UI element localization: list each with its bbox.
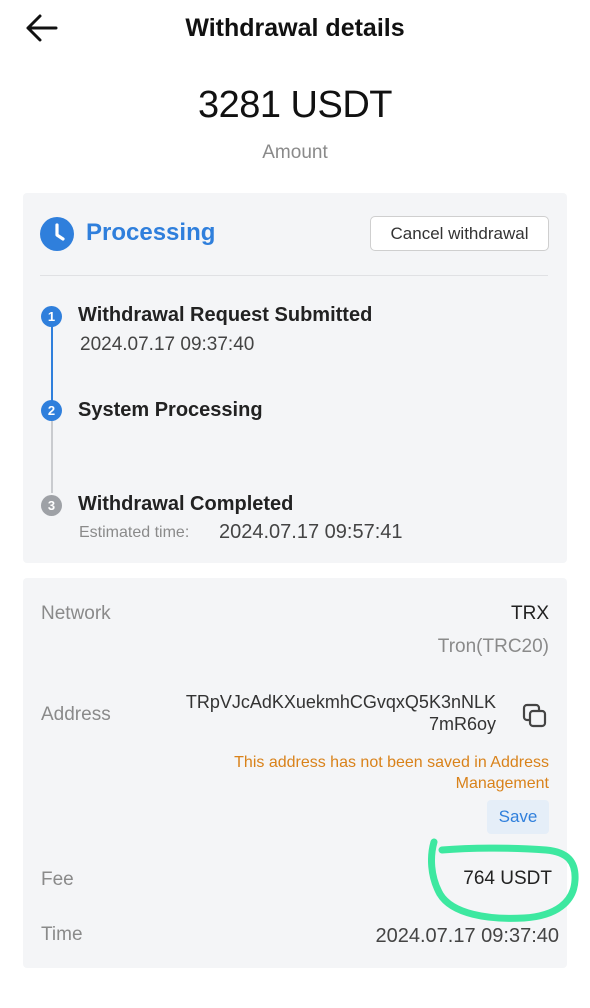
network-subtitle: Tron(TRC20): [437, 636, 549, 657]
step-2-indicator: 2: [41, 400, 62, 421]
step-1-title: Withdrawal Request Submitted: [78, 304, 373, 326]
status-card: Processing Cancel withdrawal 1 Withdrawa…: [23, 193, 567, 563]
amount-value: 3281 USDT: [197, 84, 393, 126]
cancel-withdrawal-button[interactable]: Cancel withdrawal: [370, 216, 549, 251]
address-label: Address: [41, 704, 111, 725]
step-connector-pending: [51, 421, 53, 493]
step-3-indicator: 3: [41, 495, 62, 516]
time-label: Time: [41, 924, 83, 945]
step-1-time: 2024.07.17 09:37:40: [80, 334, 255, 355]
step-2-title: System Processing: [78, 399, 263, 421]
step-1-indicator: 1: [41, 306, 62, 327]
address-value-line2: 7mR6oy: [428, 714, 496, 734]
page-title: Withdrawal details: [185, 14, 405, 42]
amount-label: Amount: [262, 142, 328, 163]
copy-icon[interactable]: [521, 702, 549, 730]
save-address-button[interactable]: Save: [487, 800, 549, 834]
step-connector-done: [51, 325, 53, 403]
estimated-time-value: 2024.07.17 09:57:41: [219, 521, 403, 543]
status-text: Processing: [86, 219, 216, 246]
network-value: TRX: [511, 603, 549, 624]
network-label: Network: [41, 603, 111, 624]
clock-icon: [40, 217, 74, 251]
estimated-time-label: Estimated time:: [79, 524, 190, 541]
top-bar: Withdrawal details: [0, 0, 590, 60]
address-value-line1: TRpVJcAdKXuekmhCGvqxQ5K3nNLK: [185, 692, 496, 712]
step-3-title: Withdrawal Completed: [78, 493, 294, 515]
address-warning: This address has not been saved in Addre…: [234, 754, 549, 792]
fee-label: Fee: [41, 869, 74, 890]
highlight-annotation: [428, 838, 579, 922]
time-value: 2024.07.17 09:37:40: [375, 925, 559, 947]
divider: [40, 275, 548, 276]
